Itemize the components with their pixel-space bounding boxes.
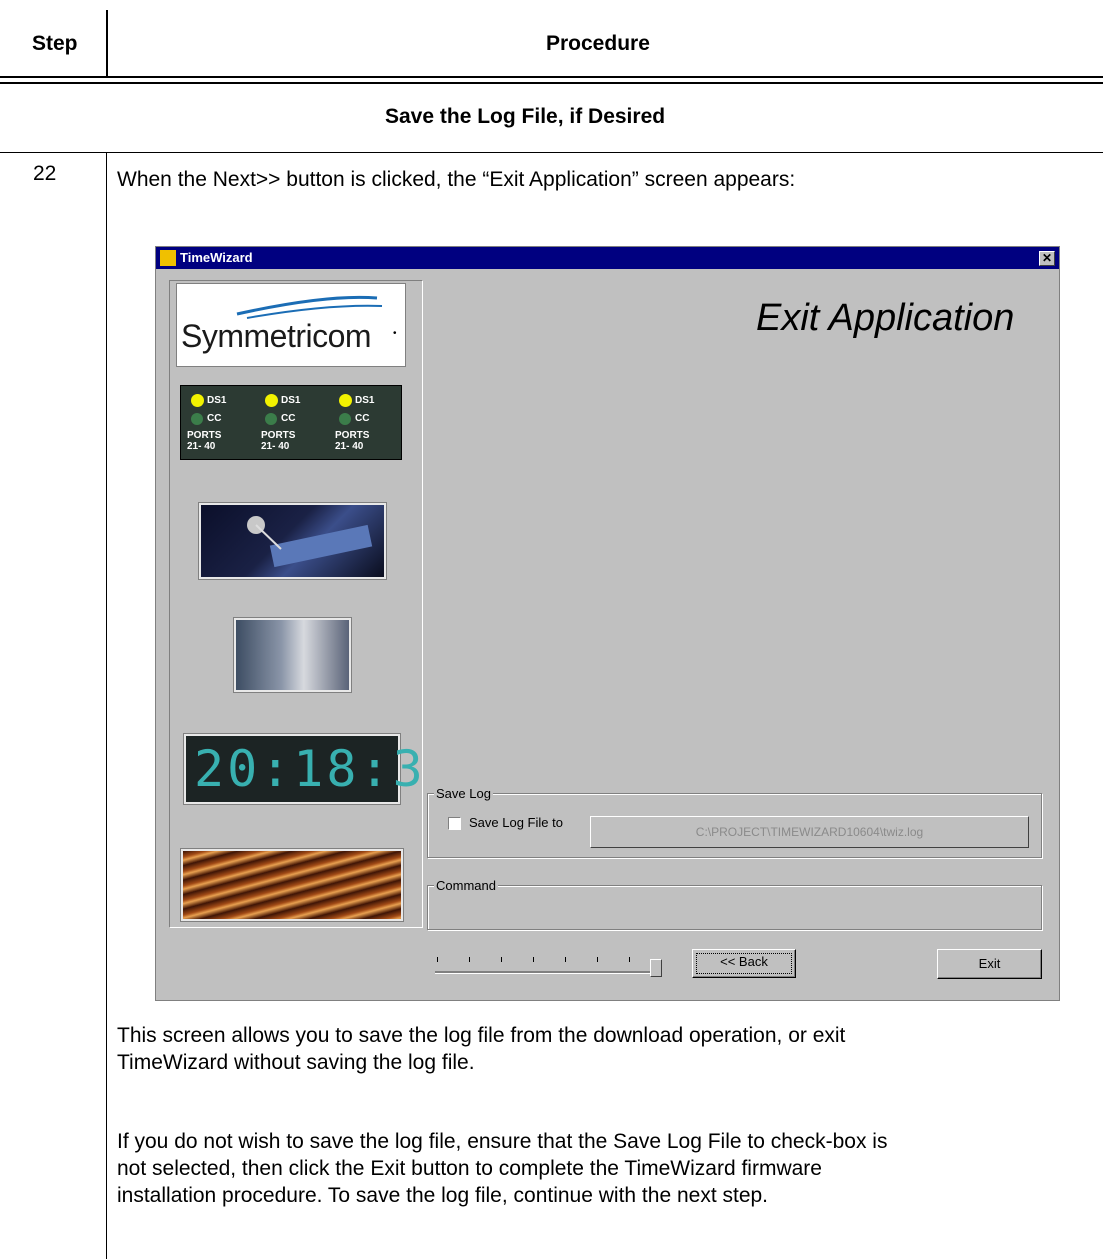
progress-tick [533,957,534,962]
ds1-led-icon [191,394,204,407]
ds1-label: DS1 [355,395,375,406]
save-log-checkbox[interactable] [448,817,461,830]
cc-label: CC [281,413,296,424]
log-path-field[interactable]: C:\PROJECT\TIMEWIZARD10604\twiz.log [590,816,1029,848]
ds1-label: DS1 [207,395,227,406]
progress-tick [501,957,502,962]
port-group: DS1 CC PORTS 21- 40 [187,392,257,452]
progress-tick [437,957,438,962]
step-divider-vertical [106,153,107,1259]
ports-range: 21- 40 [187,441,216,452]
cc-led-icon [339,413,351,425]
exit-button[interactable]: Exit [937,949,1042,979]
progress-tick [597,957,598,962]
section-rule [0,152,1103,153]
timewizard-app-icon [160,250,176,266]
save-log-group-label: Save Log [434,786,493,801]
step-number: 22 [33,162,57,185]
page-heading: Exit Application [756,297,1015,339]
logo-text: Symmetricom [181,318,372,354]
image-panel [169,280,423,928]
paragraph-2-line-1: If you do not wish to save the log file,… [117,1130,888,1153]
ports-label: PORTS [261,430,296,441]
ds1-led-icon [265,394,278,407]
window-titlebar: TimeWizard ✕ [156,247,1059,269]
column-header-step: Step [32,32,78,55]
column-header-procedure: Procedure [546,32,650,55]
paragraph-1-line-1: This screen allows you to save the log f… [117,1024,846,1047]
cc-label: CC [207,413,222,424]
header-divider-vertical [106,10,108,78]
close-icon[interactable]: ✕ [1039,251,1055,266]
intro-text: When the Next>> button is clicked, the “… [117,168,796,191]
paragraph-1-line-2: TimeWizard without saving the log file. [117,1051,475,1074]
cc-led-icon [191,413,203,425]
port-group: DS1 CC PORTS 21- 40 [335,392,405,452]
section-heading: Save the Log File, if Desired [385,105,666,128]
save-log-checkbox-label: Save Log File to [469,815,563,830]
cc-led-icon [265,413,277,425]
header-rule-bottom [0,82,1103,84]
ports-panel-image: DS1 CC PORTS 21- 40 DS1 CC PORTS 21- 40 … [180,385,402,460]
ds1-label: DS1 [281,395,301,406]
command-group-label: Command [434,878,498,893]
ds1-led-icon [339,394,352,407]
clock-digits: 20:18:3 [194,740,426,798]
ports-range: 21- 40 [261,441,290,452]
progress-tick [565,957,566,962]
cc-label: CC [355,413,370,424]
ports-label: PORTS [187,430,222,441]
progress-track [435,971,655,974]
ports-range: 21- 40 [335,441,364,452]
window-title: TimeWizard [180,250,253,265]
progress-tick [469,957,470,962]
clock-display-image: 20:18:3 [184,734,423,804]
business-people-image [234,618,351,692]
satellite-image [199,503,386,579]
ports-label: PORTS [335,430,370,441]
copper-wires-image [181,849,403,921]
progress-thumb[interactable] [650,959,662,977]
paragraph-2-line-3: installation procedure. To save the log … [117,1184,769,1207]
satellite-icon [247,516,373,568]
logo-mark: • [393,328,397,339]
timewizard-window: TimeWizard ✕ Symmetricom • DS1 CC PORTS … [155,246,1060,1001]
port-group: DS1 CC PORTS 21- 40 [261,392,331,452]
header-rule-top [0,76,1103,78]
progress-tick [629,957,630,962]
symmetricom-logo: Symmetricom • [176,283,406,367]
command-group [427,885,1042,930]
paragraph-2-line-2: not selected, then click the Exit button… [117,1157,822,1180]
back-button[interactable]: << Back [692,949,796,978]
